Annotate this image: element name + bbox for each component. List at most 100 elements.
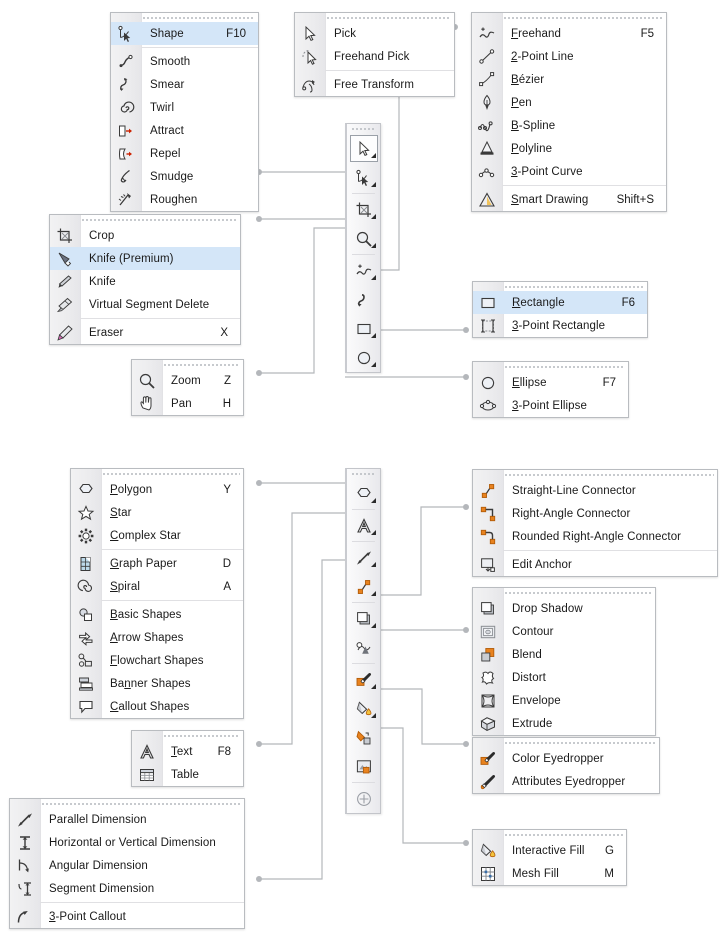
- menu-grip[interactable]: [42, 801, 241, 808]
- menu-item[interactable]: Arrow Shapes: [71, 626, 243, 649]
- menu-item[interactable]: Graph Paper D: [71, 552, 243, 575]
- toolbox-lower[interactable]: [345, 468, 381, 814]
- menu-item[interactable]: Zoom Z: [132, 369, 243, 392]
- toolbox-button[interactable]: [347, 511, 380, 540]
- menu-item[interactable]: Roughen: [111, 188, 258, 211]
- menu-item[interactable]: Smooth: [111, 50, 258, 73]
- toolbox-button[interactable]: [347, 134, 380, 163]
- menu-item[interactable]: Pan H: [132, 392, 243, 415]
- menu-item[interactable]: Crop: [50, 224, 240, 247]
- menu-item[interactable]: Repel: [111, 142, 258, 165]
- menu-item[interactable]: Smart Drawing Shift+S: [472, 188, 666, 211]
- menu-item[interactable]: Angular Dimension: [10, 854, 244, 877]
- menu-grip[interactable]: [505, 590, 652, 597]
- menu-grip[interactable]: [164, 362, 240, 369]
- menu-item[interactable]: Pick: [295, 22, 454, 45]
- dimension-flyout[interactable]: Parallel Dimension Horizontal or Vertical…: [9, 798, 245, 929]
- menu-item[interactable]: Knife (Premium): [50, 247, 240, 270]
- menu-item[interactable]: Spiral A: [71, 575, 243, 598]
- toolbox-button[interactable]: [347, 479, 380, 508]
- menu-item[interactable]: Shape F10: [111, 22, 258, 45]
- menu-item[interactable]: 3-Point Curve: [472, 160, 666, 183]
- connector-flyout[interactable]: Straight-Line Connector Right-Angle Conne…: [472, 469, 718, 577]
- menu-item[interactable]: Rounded Right-Angle Connector: [473, 525, 717, 548]
- menu-grip[interactable]: [505, 472, 714, 479]
- effects-flyout[interactable]: Drop Shadow Contour Blend Distort Envelope Ex…: [472, 587, 656, 736]
- menu-grip[interactable]: [505, 364, 625, 371]
- toolbox-button[interactable]: [347, 694, 380, 723]
- menu-item[interactable]: Ellipse F7: [473, 371, 628, 394]
- menu-grip[interactable]: [504, 15, 663, 22]
- menu-item[interactable]: Edit Anchor: [473, 553, 717, 576]
- toolbox-button[interactable]: [347, 543, 380, 572]
- zoom-flyout[interactable]: Zoom Z Pan H: [131, 359, 244, 416]
- crop-flyout[interactable]: Crop Knife (Premium) Knife Virtual Segment …: [49, 214, 241, 345]
- menu-grip[interactable]: [327, 15, 451, 22]
- flyout-arrow-icon[interactable]: [371, 153, 376, 158]
- menu-item[interactable]: Blend: [473, 643, 655, 666]
- toolbox-button[interactable]: [347, 256, 380, 285]
- menu-item[interactable]: 3-Point Ellipse: [473, 394, 628, 417]
- rectangle-flyout[interactable]: Rectangle F6 3-Point Rectangle: [472, 281, 648, 338]
- menu-item[interactable]: Attributes Eyedropper: [473, 770, 659, 793]
- menu-item[interactable]: Free Transform: [295, 73, 454, 96]
- text-flyout[interactable]: Text F8 Table: [131, 730, 244, 787]
- toolbox-upper[interactable]: [345, 123, 381, 373]
- flyout-arrow-icon[interactable]: [371, 562, 376, 567]
- toolbox-button[interactable]: [347, 163, 380, 192]
- flyout-arrow-icon[interactable]: [371, 182, 376, 187]
- flyout-arrow-icon[interactable]: [371, 333, 376, 338]
- menu-item[interactable]: Freehand Pick: [295, 45, 454, 68]
- menu-item[interactable]: Rectangle F6: [473, 291, 647, 314]
- menu-item[interactable]: 3-Point Rectangle: [473, 314, 647, 337]
- toolbox-button[interactable]: [347, 285, 380, 314]
- menu-item[interactable]: Pen: [472, 91, 666, 114]
- menu-item[interactable]: Mesh Fill M: [473, 862, 626, 885]
- menu-item[interactable]: Extrude: [473, 712, 655, 735]
- menu-item[interactable]: Smudge: [111, 165, 258, 188]
- menu-item[interactable]: Text F8: [132, 740, 243, 763]
- toolbox-grip[interactable]: [352, 471, 375, 478]
- flyout-arrow-icon[interactable]: [371, 362, 376, 367]
- menu-item[interactable]: Bézier: [472, 68, 666, 91]
- menu-item[interactable]: Distort: [473, 666, 655, 689]
- toolbox-button[interactable]: [347, 665, 380, 694]
- interactive-fill-flyout[interactable]: Interactive Fill G Mesh Fill M: [472, 829, 627, 886]
- curve-flyout[interactable]: Freehand F5 2-Point Line Bézier Pen B-Spline P…: [471, 12, 667, 212]
- menu-item[interactable]: Straight-Line Connector: [473, 479, 717, 502]
- menu-item[interactable]: Attract: [111, 119, 258, 142]
- menu-item[interactable]: Callout Shapes: [71, 695, 243, 718]
- menu-grip[interactable]: [505, 284, 644, 291]
- menu-item[interactable]: Banner Shapes: [71, 672, 243, 695]
- menu-item[interactable]: Star: [71, 501, 243, 524]
- toolbox-button[interactable]: [347, 343, 380, 372]
- toolbox-button[interactable]: [347, 752, 380, 781]
- menu-item[interactable]: Parallel Dimension: [10, 808, 244, 831]
- menu-grip[interactable]: [103, 471, 240, 478]
- menu-item[interactable]: Interactive Fill G: [473, 839, 626, 862]
- shape-edit-flyout[interactable]: Shape F10 Smooth Smear Twirl Attract Repel Smud…: [110, 12, 259, 212]
- menu-item[interactable]: 3-Point Callout: [10, 905, 244, 928]
- flyout-arrow-icon[interactable]: [371, 498, 376, 503]
- menu-item[interactable]: Flowchart Shapes: [71, 649, 243, 672]
- menu-grip[interactable]: [164, 733, 240, 740]
- menu-item[interactable]: Twirl: [111, 96, 258, 119]
- menu-item[interactable]: Smear: [111, 73, 258, 96]
- menu-item[interactable]: Envelope: [473, 689, 655, 712]
- flyout-arrow-icon[interactable]: [371, 243, 376, 248]
- menu-item[interactable]: Drop Shadow: [473, 597, 655, 620]
- menu-item[interactable]: Horizontal or Vertical Dimension: [10, 831, 244, 854]
- menu-grip[interactable]: [82, 217, 237, 224]
- flyout-arrow-icon[interactable]: [371, 591, 376, 596]
- menu-item[interactable]: Freehand F5: [472, 22, 666, 45]
- flyout-arrow-icon[interactable]: [371, 530, 376, 535]
- menu-item[interactable]: Contour: [473, 620, 655, 643]
- flyout-arrow-icon[interactable]: [371, 275, 376, 280]
- toolbox-button[interactable]: [347, 572, 380, 601]
- toolbox-grip[interactable]: [352, 126, 375, 133]
- toolbox-button[interactable]: [347, 224, 380, 253]
- ellipse-flyout[interactable]: Ellipse F7 3-Point Ellipse: [472, 361, 629, 418]
- toolbox-button[interactable]: [347, 195, 380, 224]
- eyedropper-flyout[interactable]: Color Eyedropper Attributes Eyedropper: [472, 737, 660, 794]
- pick-flyout[interactable]: Pick Freehand Pick Free Transform: [294, 12, 455, 97]
